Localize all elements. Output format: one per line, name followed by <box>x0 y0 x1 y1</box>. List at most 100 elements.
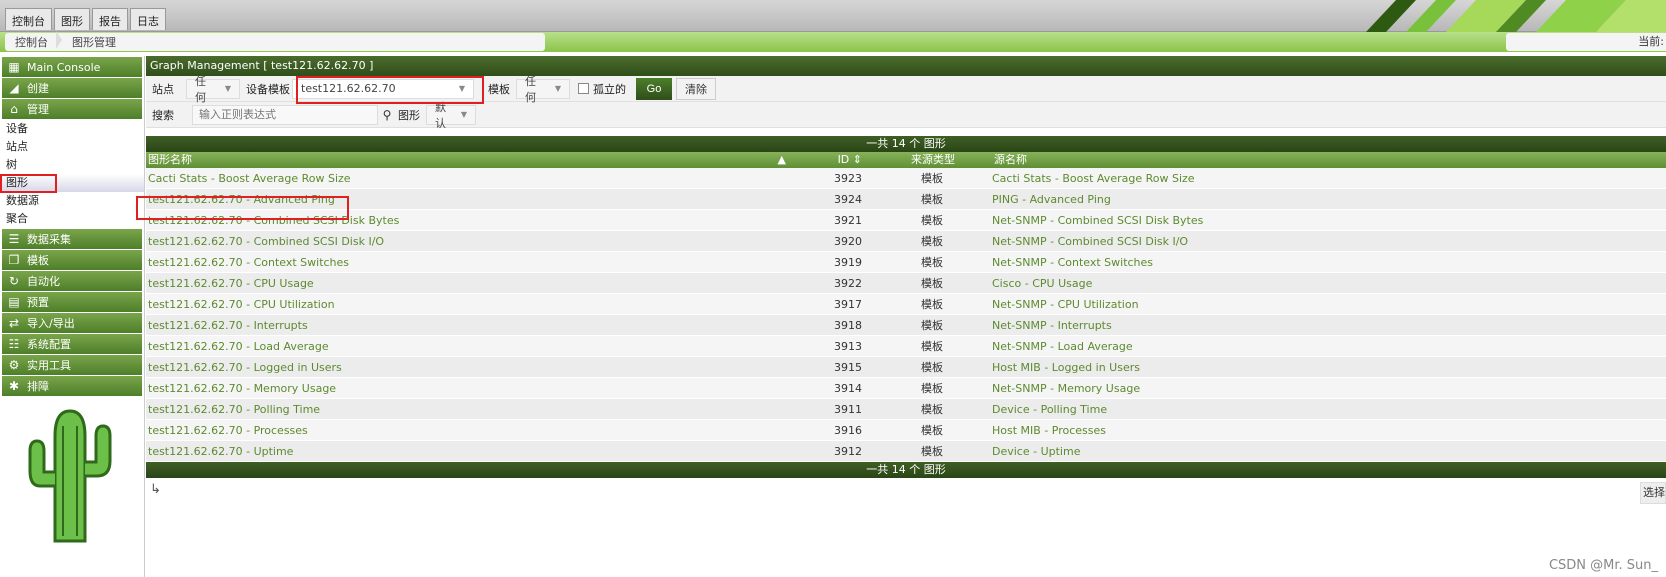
sidebar-item-aggregates[interactable]: 聚合 <box>0 210 144 228</box>
table-row[interactable]: test121.62.62.70 - Load Average 3913 模板 Net… <box>146 336 1666 357</box>
graph-name-link[interactable]: test121.62.62.70 - Uptime <box>146 441 792 461</box>
source-name-link[interactable]: Device - Uptime <box>992 441 1666 461</box>
table-row[interactable]: Cacti Stats - Boost Average Row Size 3923… <box>146 168 1666 189</box>
orphan-checkbox[interactable] <box>578 83 589 94</box>
graph-select-value: 默认 <box>435 100 446 130</box>
table-row[interactable]: test121.62.62.70 - Combined SCSI Disk I/… <box>146 231 1666 252</box>
table-row[interactable]: test121.62.62.70 - Advanced Ping 3924 模板 PI… <box>146 189 1666 210</box>
sidebar-label: 排障 <box>27 380 49 393</box>
graph-name-link[interactable]: test121.62.62.70 - Combined SCSI Disk By… <box>146 210 792 230</box>
tab-reports[interactable]: 报告 <box>92 8 128 30</box>
breadcrumb-bar: 控制台 图形管理 当前: <box>0 31 1666 52</box>
spacer <box>146 128 1666 136</box>
table-row[interactable]: test121.62.62.70 - CPU Utilization 3917 模板… <box>146 294 1666 315</box>
site-select[interactable]: 任何 ▼ <box>186 75 240 104</box>
column-id[interactable]: ID ⇕ <box>792 152 872 168</box>
source-name-link[interactable]: Net-SNMP - Combined SCSI Disk Bytes <box>992 210 1666 230</box>
graph-select[interactable]: 默认 ▼ <box>426 101 476 130</box>
go-button[interactable]: Go <box>636 77 672 100</box>
breadcrumb-graph-management[interactable]: 图形管理 <box>62 34 130 50</box>
column-graph-name[interactable]: 图形名称 ▲ <box>146 152 792 168</box>
source-name-link[interactable]: Net-SNMP - Memory Usage <box>992 378 1666 398</box>
site-label: 站点 <box>152 82 174 96</box>
graph-name-link[interactable]: test121.62.62.70 - Processes <box>146 420 792 440</box>
sidebar-item-trees[interactable]: 树 <box>0 156 144 174</box>
sidebar-troubleshooting[interactable]: ✱ 排障 <box>2 376 142 396</box>
table-row[interactable]: test121.62.62.70 - Memory Usage 3914 模板 Net… <box>146 378 1666 399</box>
sidebar-label: 数据采集 <box>27 233 71 246</box>
source-name-link[interactable]: Net-SNMP - Context Switches <box>992 252 1666 272</box>
sidebar-label: 预置 <box>27 296 49 309</box>
sidebar-item-sites[interactable]: 站点 <box>0 138 144 156</box>
source-name-link[interactable]: Net-SNMP - Load Average <box>992 336 1666 356</box>
source-name-link[interactable]: Net-SNMP - CPU Utilization <box>992 294 1666 314</box>
graph-name-link[interactable]: test121.62.62.70 - CPU Usage <box>146 273 792 293</box>
graph-name-link[interactable]: test121.62.62.70 - Load Average <box>146 336 792 356</box>
table-row[interactable]: test121.62.62.70 - Processes 3916 模板 Host M… <box>146 420 1666 441</box>
cogs-icon: ⚙ <box>8 358 20 372</box>
graph-name-link[interactable]: test121.62.62.70 - Combined SCSI Disk I/… <box>146 231 792 251</box>
column-source-name[interactable]: 源名称 <box>992 152 1666 168</box>
database-icon: ☰ <box>8 232 20 246</box>
sidebar-utilities[interactable]: ⚙ 实用工具 <box>2 355 142 375</box>
source-name-link[interactable]: Cacti Stats - Boost Average Row Size <box>992 168 1666 188</box>
sidebar-presets[interactable]: ▤ 预置 <box>2 292 142 312</box>
source-name-link[interactable]: Cisco - CPU Usage <box>992 273 1666 293</box>
tab-console[interactable]: 控制台 <box>5 8 52 30</box>
sidebar-label: Main Console <box>27 60 101 74</box>
column-source-type[interactable]: 来源类型 <box>872 152 992 168</box>
source-name-link[interactable]: Host MIB - Logged in Users <box>992 357 1666 377</box>
source-name-link[interactable]: Host MIB - Processes <box>992 420 1666 440</box>
table-row[interactable]: test121.62.62.70 - Polling Time 3911 模板 Dev… <box>146 399 1666 420</box>
sidebar-manage[interactable]: ⌂ 管理 <box>2 99 142 119</box>
source-type: 模板 <box>921 403 943 416</box>
graph-name-link[interactable]: test121.62.62.70 - CPU Utilization <box>146 294 792 314</box>
action-select-button[interactable]: 选择 <box>1640 482 1666 504</box>
sidebar-automation[interactable]: ↻ 自动化 <box>2 271 142 291</box>
sidebar-create[interactable]: ◢ 创建 <box>2 78 142 98</box>
table-row[interactable]: test121.62.62.70 - Logged in Users 3915 模板… <box>146 357 1666 378</box>
graph-id: 3917 <box>834 298 862 311</box>
search-input[interactable] <box>192 104 378 125</box>
graph-name-link[interactable]: test121.62.62.70 - Advanced Ping <box>146 189 792 209</box>
cacti-logo-stripes <box>1366 0 1666 32</box>
sidebar-label: 模板 <box>27 254 49 267</box>
sidebar-templates[interactable]: ❐ 模板 <box>2 250 142 270</box>
table-row[interactable]: test121.62.62.70 - Interrupts 3918 模板 Net-S… <box>146 315 1666 336</box>
template-select[interactable]: 任何 ▼ <box>516 75 570 104</box>
sidebar-configuration[interactable]: ☷ 系统配置 <box>2 334 142 354</box>
graph-name-link[interactable]: test121.62.62.70 - Logged in Users <box>146 357 792 377</box>
table-row[interactable]: test121.62.62.70 - Uptime 3912 模板 Device - … <box>146 441 1666 462</box>
table-row[interactable]: test121.62.62.70 - CPU Usage 3922 模板 Cisco … <box>146 273 1666 294</box>
search-icon[interactable]: ⚲ <box>378 108 396 122</box>
clear-button[interactable]: 清除 <box>676 77 716 100</box>
sidebar-import-export[interactable]: ⇄ 导入/导出 <box>2 313 142 333</box>
source-name-link[interactable]: Device - Polling Time <box>992 399 1666 419</box>
source-type: 模板 <box>921 424 943 437</box>
graph-name-link[interactable]: test121.62.62.70 - Context Switches <box>146 252 792 272</box>
sidebar-data-collection[interactable]: ☰ 数据采集 <box>2 229 142 249</box>
source-type: 模板 <box>921 340 943 353</box>
sidebar-item-devices[interactable]: 设备 <box>0 120 144 138</box>
column-label: ID <box>837 153 850 166</box>
device-label: 设备模板 <box>246 82 290 96</box>
graph-name-link[interactable]: Cacti Stats - Boost Average Row Size <box>146 168 792 188</box>
source-name-link[interactable]: Net-SNMP - Combined SCSI Disk I/O <box>992 231 1666 251</box>
device-select[interactable]: test121.62.62.70 ▼ <box>292 78 474 99</box>
home-icon: ⌂ <box>10 102 18 116</box>
graph-name-link[interactable]: test121.62.62.70 - Memory Usage <box>146 378 792 398</box>
table-row[interactable]: test121.62.62.70 - Context Switches 3919 模… <box>146 252 1666 273</box>
sidebar-main-console[interactable]: ▦ Main Console <box>2 57 142 77</box>
sidebar-item-graphs[interactable]: 图形 <box>0 174 144 192</box>
source-name-link[interactable]: PING - Advanced Ping <box>992 189 1666 209</box>
table-row[interactable]: test121.62.62.70 - Combined SCSI Disk By… <box>146 210 1666 231</box>
graph-name-link[interactable]: test121.62.62.70 - Interrupts <box>146 315 792 335</box>
breadcrumb-console[interactable]: 控制台 <box>5 31 62 50</box>
tab-logs[interactable]: 日志 <box>130 8 166 30</box>
sidebar-item-data-sources[interactable]: 数据源 <box>0 192 144 210</box>
graph-name-link[interactable]: test121.62.62.70 - Polling Time <box>146 399 792 419</box>
source-name-link[interactable]: Net-SNMP - Interrupts <box>992 315 1666 335</box>
sidebar-label: 实用工具 <box>27 359 71 372</box>
tab-graphs[interactable]: 图形 <box>54 8 90 30</box>
result-count-bottom: 一共 14 个 图形 <box>146 462 1666 478</box>
